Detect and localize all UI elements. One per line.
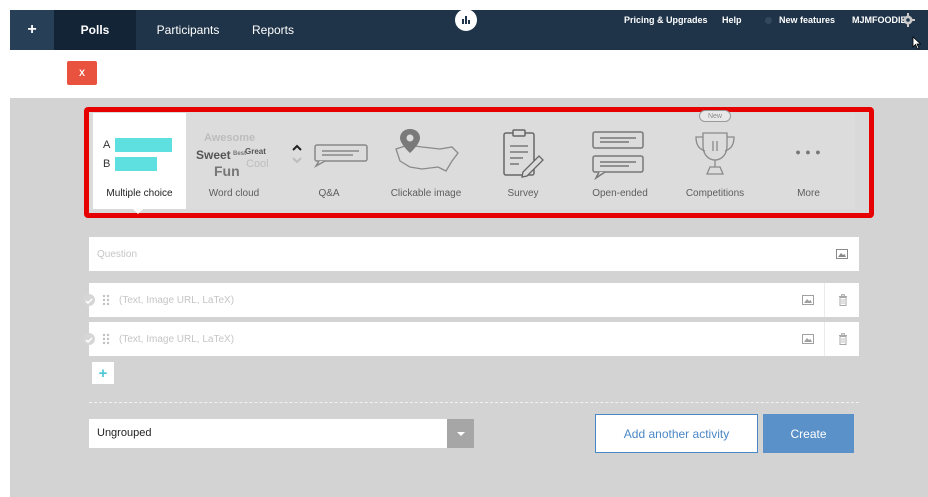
activity-type-multiple-choice[interactable]: A B Multiple choice [93, 113, 186, 209]
mc-option-a-bar [115, 138, 172, 152]
option-row-1 [83, 283, 859, 317]
clickable-image-label: Clickable image [390, 188, 462, 199]
word-cloud-word-great: Great [245, 147, 266, 156]
more-dots-icon: ● ● ● [795, 147, 822, 157]
new-badge: New [699, 110, 731, 122]
tab-reports[interactable]: Reports [242, 10, 304, 50]
activity-type-clickable-image[interactable]: Clickable image [378, 113, 474, 209]
trash-icon[interactable] [838, 333, 848, 345]
help-link[interactable]: Help [722, 0, 742, 40]
word-cloud-word-cool: Cool [246, 158, 269, 170]
trophy-icon [695, 132, 735, 175]
activity-type-word-cloud[interactable]: Awesome Sweet Best Great Cool Fun Word c… [188, 113, 280, 209]
add-another-activity-button[interactable]: Add another activity [595, 414, 758, 453]
app-logo[interactable] [455, 9, 477, 31]
new-features-link[interactable]: New features [765, 0, 835, 40]
user-menu[interactable]: MJMFOODIE [852, 0, 907, 40]
clipboard-icon [503, 129, 544, 178]
question-input[interactable] [97, 237, 797, 271]
activity-type-competitions[interactable]: Competitions [670, 113, 760, 209]
open-ended-label: Open-ended [592, 188, 648, 199]
drag-handle-icon[interactable] [102, 333, 110, 345]
qa-label: Q&A [318, 188, 340, 199]
activity-type-more[interactable]: ● ● ● More [762, 113, 855, 209]
multiple-choice-label: Multiple choice [106, 188, 173, 199]
new-features-dot-icon [765, 16, 772, 24]
chevron-down-icon [456, 431, 465, 436]
activity-type-survey[interactable]: Survey [476, 113, 570, 209]
option-separator [824, 322, 825, 356]
section-divider [89, 402, 859, 403]
drag-handle-icon[interactable] [102, 294, 110, 306]
gear-icon[interactable] [901, 13, 915, 27]
activity-type-qa[interactable]: Q&A [282, 113, 376, 209]
map-pin-icon [395, 129, 459, 172]
new-poll-button[interactable]: + [10, 10, 54, 50]
trash-icon[interactable] [838, 294, 848, 306]
more-label: More [797, 188, 820, 199]
question-field [89, 237, 859, 271]
mc-option-b-label: B [103, 158, 111, 170]
option-input-2[interactable] [119, 322, 779, 356]
active-type-caret [131, 207, 145, 214]
close-button[interactable]: X [67, 61, 97, 85]
option-row-2 [83, 322, 859, 356]
question-image-icon[interactable] [836, 249, 848, 259]
competitions-label: Competitions [685, 188, 745, 199]
option-image-icon[interactable] [802, 334, 814, 344]
word-cloud-word-awesome: Awesome [204, 132, 256, 144]
option-separator [824, 283, 825, 317]
add-option-button[interactable]: + [92, 362, 114, 384]
tab-polls[interactable]: Polls [54, 10, 136, 50]
mc-option-a-label: A [103, 139, 111, 151]
group-select[interactable]: Ungrouped [89, 419, 474, 448]
correct-answer-check-icon[interactable] [83, 333, 95, 345]
mc-option-b-bar [115, 157, 157, 171]
activity-type-open-ended[interactable]: Open-ended [572, 113, 668, 209]
mouse-cursor-icon [912, 36, 922, 50]
speech-bubbles-icon [592, 131, 644, 180]
survey-label: Survey [507, 188, 539, 199]
qa-icon [292, 144, 368, 169]
option-input-1[interactable] [119, 283, 779, 317]
group-select-arrow[interactable] [447, 419, 474, 448]
tab-participants[interactable]: Participants [140, 10, 236, 50]
create-button[interactable]: Create [763, 414, 854, 453]
word-cloud-word-fun: Fun [214, 163, 240, 179]
option-image-icon[interactable] [802, 295, 814, 305]
correct-answer-check-icon[interactable] [83, 294, 95, 306]
group-select-value: Ungrouped [97, 427, 152, 439]
new-features-label: New features [779, 15, 836, 25]
pricing-link[interactable]: Pricing & Upgrades [624, 0, 708, 40]
action-strip [10, 50, 928, 98]
word-cloud-label: Word cloud [208, 188, 260, 199]
word-cloud-word-sweet: Sweet [196, 148, 231, 162]
